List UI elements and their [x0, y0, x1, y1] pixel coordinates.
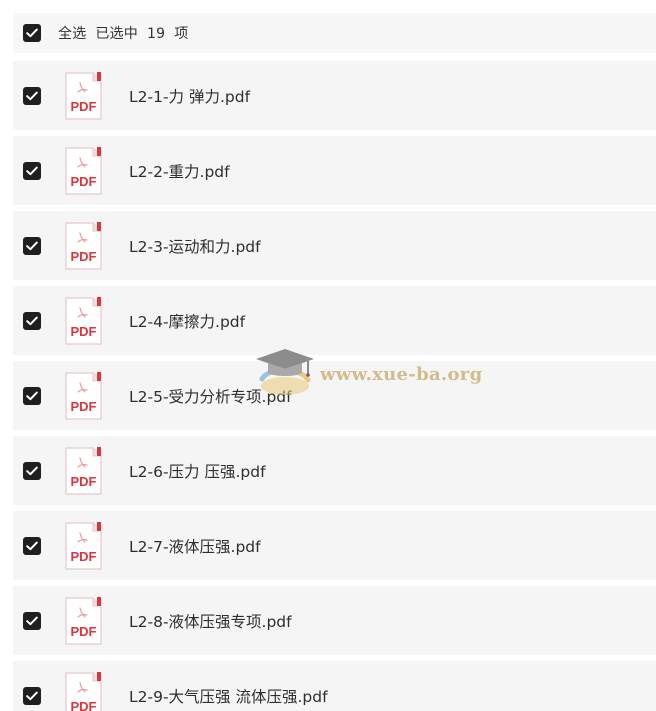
- file-checkbox[interactable]: [23, 611, 41, 630]
- svg-text:PDF: PDF: [71, 249, 97, 264]
- file-list: PDF L2-1-力 弹力.pdf PDF L2-2-重力.pdf PDF L2…: [13, 61, 656, 711]
- file-row[interactable]: PDF L2-2-重力.pdf: [13, 136, 656, 205]
- file-name[interactable]: L2-1-力 弹力.pdf: [129, 85, 250, 107]
- file-row[interactable]: PDF L2-6-压力 压强.pdf: [13, 436, 656, 505]
- svg-text:PDF: PDF: [71, 99, 97, 114]
- svg-text:PDF: PDF: [71, 474, 97, 489]
- pdf-file-icon: PDF: [63, 296, 103, 346]
- checkmark-icon: [26, 541, 38, 550]
- checkmark-icon: [26, 241, 38, 250]
- pdf-file-icon: PDF: [63, 671, 103, 711]
- file-checkbox[interactable]: [23, 86, 41, 105]
- file-name[interactable]: L2-5-受力分析专项.pdf: [129, 385, 292, 407]
- checkmark-icon: [26, 316, 38, 325]
- file-row[interactable]: PDF L2-1-力 弹力.pdf: [13, 61, 656, 130]
- checkmark-icon: [26, 466, 38, 475]
- file-checkbox[interactable]: [23, 236, 41, 255]
- select-all-bar: 全选 已选中 19 项: [13, 13, 656, 53]
- file-row[interactable]: PDF L2-7-液体压强.pdf: [13, 511, 656, 580]
- checkmark-icon: [26, 391, 38, 400]
- pdf-file-icon: PDF: [63, 71, 103, 121]
- file-checkbox[interactable]: [23, 386, 41, 405]
- svg-text:PDF: PDF: [71, 399, 97, 414]
- file-name[interactable]: L2-3-运动和力.pdf: [129, 235, 261, 257]
- pdf-file-icon: PDF: [63, 146, 103, 196]
- pdf-file-icon: PDF: [63, 521, 103, 571]
- checkmark-icon: [26, 691, 38, 700]
- selected-prefix: 已选中: [95, 26, 139, 42]
- svg-text:PDF: PDF: [71, 624, 97, 639]
- checkmark-icon: [26, 616, 38, 625]
- file-selection-page: 全选 已选中 19 项 PDF L2-1-力 弹力.pdf PDF L2-2-重…: [0, 0, 656, 711]
- file-name[interactable]: L2-4-摩擦力.pdf: [129, 310, 245, 332]
- select-all-checkbox[interactable]: [23, 24, 41, 42]
- select-all-label[interactable]: 全选: [58, 26, 86, 42]
- file-row[interactable]: PDF L2-8-液体压强专项.pdf: [13, 586, 656, 655]
- file-checkbox[interactable]: [23, 461, 41, 480]
- pdf-file-icon: PDF: [63, 446, 103, 496]
- selection-summary: 全选 已选中 19 项: [58, 23, 197, 43]
- checkmark-icon: [26, 91, 38, 100]
- file-name[interactable]: L2-8-液体压强专项.pdf: [129, 610, 292, 632]
- svg-text:PDF: PDF: [71, 324, 97, 339]
- file-name[interactable]: L2-7-液体压强.pdf: [129, 535, 261, 557]
- pdf-file-icon: PDF: [63, 221, 103, 271]
- svg-text:PDF: PDF: [71, 699, 97, 711]
- file-checkbox[interactable]: [23, 686, 41, 705]
- file-checkbox[interactable]: [23, 161, 41, 180]
- file-name[interactable]: L2-2-重力.pdf: [129, 160, 230, 182]
- pdf-file-icon: PDF: [63, 596, 103, 646]
- file-row[interactable]: PDF L2-5-受力分析专项.pdf: [13, 361, 656, 430]
- svg-text:PDF: PDF: [71, 174, 97, 189]
- file-name[interactable]: L2-9-大气压强 流体压强.pdf: [129, 685, 328, 707]
- file-row[interactable]: PDF L2-3-运动和力.pdf: [13, 211, 656, 280]
- file-row[interactable]: PDF L2-9-大气压强 流体压强.pdf: [13, 661, 656, 711]
- file-row[interactable]: PDF L2-4-摩擦力.pdf: [13, 286, 656, 355]
- selected-suffix: 项: [174, 26, 189, 42]
- file-checkbox[interactable]: [23, 311, 41, 330]
- checkmark-icon: [26, 28, 38, 38]
- file-name[interactable]: L2-6-压力 压强.pdf: [129, 460, 266, 482]
- checkmark-icon: [26, 166, 38, 175]
- svg-text:PDF: PDF: [71, 549, 97, 564]
- selected-count: 19: [147, 26, 166, 42]
- pdf-file-icon: PDF: [63, 371, 103, 421]
- file-checkbox[interactable]: [23, 536, 41, 555]
